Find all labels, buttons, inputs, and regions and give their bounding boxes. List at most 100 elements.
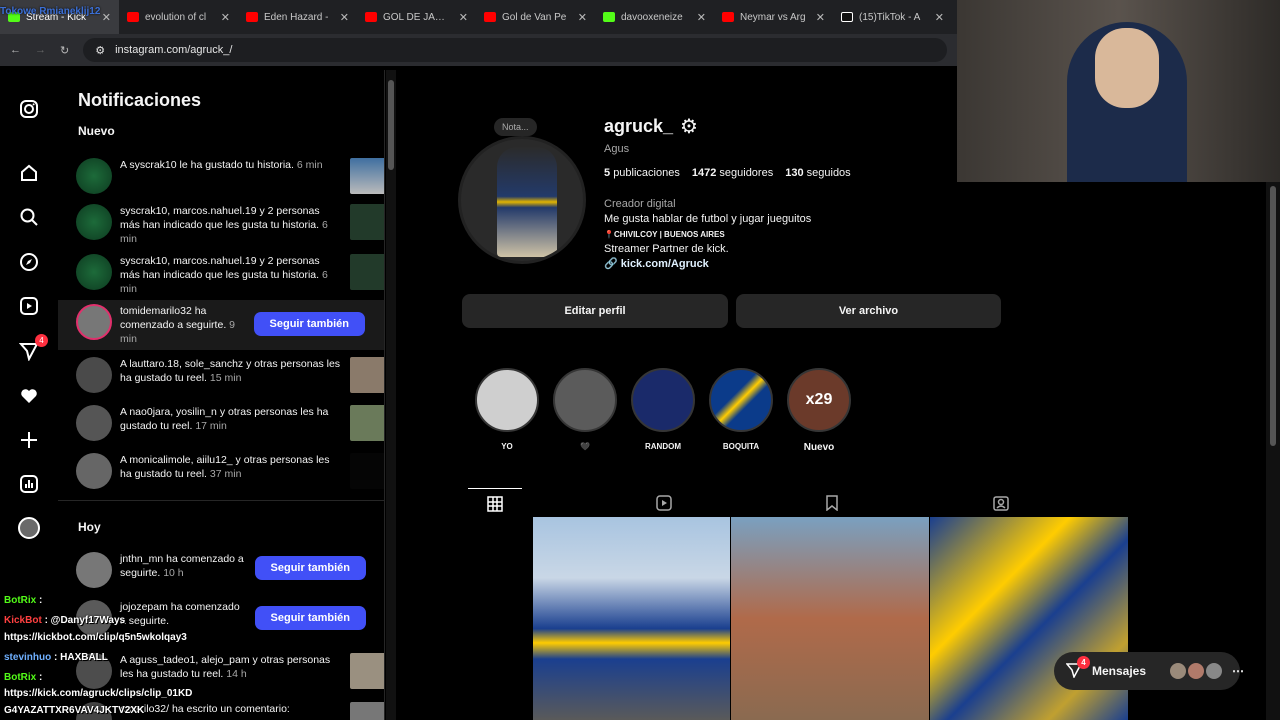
- avatar[interactable]: [76, 254, 112, 290]
- avatar[interactable]: [76, 357, 112, 393]
- browser-tab[interactable]: davooxeneize ✕: [595, 0, 714, 34]
- close-icon[interactable]: ✕: [102, 11, 111, 24]
- browser-tab[interactable]: GOL DE JAMES ✕: [357, 0, 476, 34]
- dashboard-icon[interactable]: [18, 473, 40, 495]
- reel-thumbnail[interactable]: [350, 405, 384, 441]
- messages-icon[interactable]: 4: [18, 334, 48, 362]
- notification-item[interactable]: jnthn_mn ha comenzado a seguirte. 10 h S…: [76, 552, 384, 588]
- more-icon[interactable]: ⋯: [1232, 664, 1244, 678]
- avatar[interactable]: [76, 405, 112, 441]
- posts-grid-icon[interactable]: [468, 488, 522, 518]
- story-thumbnail[interactable]: [350, 204, 384, 240]
- post-thumbnail[interactable]: [533, 517, 730, 720]
- close-icon[interactable]: ✕: [697, 11, 706, 24]
- note-bubble[interactable]: Nota...: [494, 118, 537, 136]
- posts-count[interactable]: 5 publicaciones: [604, 167, 680, 179]
- bio-line: Me gusta hablar de futbol y jugar juegui…: [604, 213, 812, 225]
- saved-bookmark-icon[interactable]: [805, 488, 859, 518]
- browser-tab[interactable]: Neymar vs Arg ✕: [714, 0, 833, 34]
- close-icon[interactable]: ✕: [459, 11, 468, 24]
- bio-line: Streamer Partner de kick.: [604, 243, 729, 255]
- streamer-head: [1095, 28, 1159, 108]
- notification-item[interactable]: A lauttaro.18, sole_sanchz y otras perso…: [76, 357, 384, 393]
- highlight-cover: [631, 368, 695, 432]
- chat-line: BotRix :: [4, 595, 43, 606]
- avatar[interactable]: [76, 204, 112, 240]
- profile-avatar-icon[interactable]: [18, 517, 40, 539]
- reel-thumbnail[interactable]: [350, 453, 384, 489]
- story-thumbnail[interactable]: [350, 158, 384, 194]
- close-icon[interactable]: ✕: [816, 11, 825, 24]
- instagram-logo-icon[interactable]: [18, 98, 40, 120]
- avatar[interactable]: [76, 453, 112, 489]
- edit-profile-button[interactable]: Editar perfil: [462, 294, 728, 328]
- settings-gear-icon[interactable]: ⚙: [680, 114, 698, 139]
- close-icon[interactable]: ✕: [340, 11, 349, 24]
- profile-picture[interactable]: [458, 136, 586, 264]
- notification-item[interactable]: tomidemarilo32 ha comenzado a seguirte. …: [58, 300, 384, 350]
- follow-back-button[interactable]: Seguir también: [254, 556, 366, 580]
- reels-icon[interactable]: [18, 295, 40, 317]
- avatar[interactable]: [76, 158, 112, 194]
- story-highlight[interactable]: 🖤: [552, 368, 618, 451]
- highlight-cover: [475, 368, 539, 432]
- forward-icon[interactable]: →: [35, 44, 46, 56]
- youtube-icon: [722, 12, 734, 22]
- browser-tab[interactable]: Eden Hazard - ✕: [238, 0, 357, 34]
- notifications-scrollbar[interactable]: [386, 70, 396, 720]
- post-thumbnail[interactable]: [731, 517, 929, 720]
- notification-item[interactable]: A monicalimole, aiilu12_ y otras persona…: [76, 453, 384, 489]
- scrollbar-thumb[interactable]: [1270, 186, 1276, 446]
- home-icon[interactable]: [18, 162, 40, 184]
- reel-thumbnail[interactable]: [350, 702, 384, 720]
- back-icon[interactable]: ←: [10, 44, 21, 56]
- address-bar: ← → ↻ ⚙ instagram.com/agruck_/: [0, 34, 957, 66]
- avatar[interactable]: [76, 552, 112, 588]
- reel-thumbnail[interactable]: [350, 653, 384, 689]
- reload-icon[interactable]: ↻: [60, 44, 69, 57]
- notification-item[interactable]: syscrak10, marcos.nahuel.19 y 2 personas…: [76, 254, 384, 296]
- close-icon[interactable]: ✕: [221, 11, 230, 24]
- notification-item[interactable]: A syscrak10 le ha gustado tu historia. 6…: [76, 158, 384, 194]
- reel-thumbnail[interactable]: [350, 357, 384, 393]
- site-info-icon[interactable]: ⚙: [95, 44, 105, 57]
- reels-tab-icon[interactable]: [637, 488, 691, 518]
- browser-tab[interactable]: (15)TikTok - A ✕: [833, 0, 952, 34]
- streamer-webcam: [957, 0, 1280, 182]
- following-count[interactable]: 130 seguidos: [785, 167, 850, 179]
- bio-link[interactable]: 🔗 kick.com/Agruck: [604, 257, 811, 272]
- tagged-icon[interactable]: [974, 488, 1028, 518]
- heart-icon[interactable]: [18, 385, 40, 407]
- search-icon[interactable]: [18, 206, 40, 228]
- url-field[interactable]: ⚙ instagram.com/agruck_/: [83, 38, 947, 62]
- browser-tab[interactable]: Gol de Van Pe ✕: [476, 0, 595, 34]
- story-highlight[interactable]: BOQUITA: [708, 368, 774, 451]
- explore-icon[interactable]: [18, 251, 40, 273]
- browser-tab[interactable]: evolution of cl ✕: [119, 0, 238, 34]
- post-thumbnail[interactable]: [400, 517, 532, 720]
- notification-item[interactable]: A nao0jara, yosilin_n y otras personas l…: [76, 405, 384, 441]
- new-highlight[interactable]: x29 Nuevo: [786, 368, 852, 453]
- story-highlight[interactable]: YO: [474, 368, 540, 451]
- create-icon[interactable]: [18, 429, 40, 451]
- story-thumbnail[interactable]: [350, 254, 384, 290]
- avatar: [1206, 663, 1223, 679]
- tiktok-icon: [841, 12, 853, 22]
- close-icon[interactable]: ✕: [578, 11, 587, 24]
- messages-button[interactable]: 4 Mensajes ⋯: [1054, 652, 1244, 690]
- story-highlight[interactable]: RANDOM: [630, 368, 696, 451]
- avatar[interactable]: [76, 304, 112, 340]
- direct-message-icon: 4: [1065, 655, 1090, 681]
- notification-item[interactable]: A aguss_tadeo1, alejo_pam y otras person…: [76, 653, 384, 689]
- page-scrollbar[interactable]: [1266, 182, 1280, 720]
- notification-item[interactable]: syscrak10, marcos.nahuel.19 y 2 personas…: [76, 204, 384, 246]
- followers-count[interactable]: 1472 seguidores: [692, 167, 773, 179]
- chat-line: G4YAZATTXR6VAV4JKTV2XK: [4, 705, 145, 716]
- messages-badge: 4: [1077, 655, 1090, 669]
- follow-back-button[interactable]: Seguir también: [253, 312, 365, 336]
- view-archive-button[interactable]: Ver archivo: [736, 294, 1001, 328]
- avatar: [1188, 663, 1205, 679]
- scrollbar-thumb[interactable]: [388, 80, 394, 170]
- follow-back-button[interactable]: Seguir también: [254, 606, 366, 630]
- close-icon[interactable]: ✕: [935, 11, 944, 24]
